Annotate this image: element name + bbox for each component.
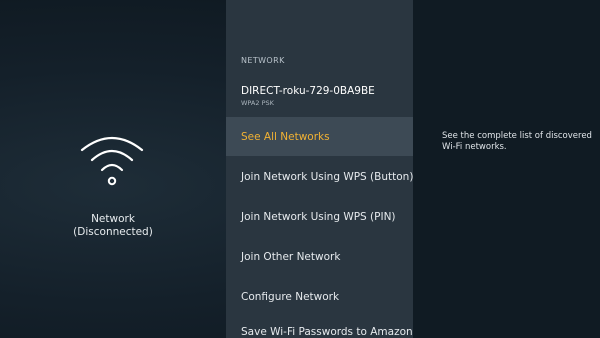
network-status-label: Network (Disconnected) xyxy=(40,213,186,239)
network-status-panel: Network (Disconnected) xyxy=(0,0,226,338)
wifi-icon xyxy=(80,137,144,186)
connected-network-security: WPA2 PSK xyxy=(241,99,274,107)
menu-item-label: Join Network Using WPS (Button) xyxy=(241,170,413,183)
menu-item-label: Save Wi-Fi Passwords to Amazon xyxy=(241,325,413,338)
section-header: NETWORK xyxy=(241,56,285,65)
network-status-detail: (Disconnected) xyxy=(73,226,153,238)
item-description: See the complete list of discovered Wi-F… xyxy=(442,131,592,152)
menu-item-label: Join Other Network xyxy=(241,250,341,263)
menu-item-label: Configure Network xyxy=(241,290,340,303)
menu-item-join-wps-pin[interactable]: Join Network Using WPS (PIN) xyxy=(226,197,413,236)
menu-item-save-wifi-passwords[interactable]: Save Wi-Fi Passwords to Amazon xyxy=(226,312,413,338)
menu-item-label: Join Network Using WPS (PIN) xyxy=(241,210,396,223)
network-status-title: Network xyxy=(91,213,135,225)
menu-item-see-all-networks[interactable]: See All Networks xyxy=(226,117,413,156)
network-settings-screen: Network (Disconnected) NETWORK DIRECT-ro… xyxy=(0,0,600,338)
menu-item-join-other-network[interactable]: Join Other Network xyxy=(226,237,413,276)
menu-item-label: See All Networks xyxy=(241,130,330,143)
connected-network-name[interactable]: DIRECT-roku-729-0BA9BE xyxy=(241,85,375,97)
network-menu: NETWORK DIRECT-roku-729-0BA9BE WPA2 PSK … xyxy=(226,0,413,338)
menu-item-configure-network[interactable]: Configure Network xyxy=(226,277,413,316)
menu-item-join-wps-button[interactable]: Join Network Using WPS (Button) xyxy=(226,157,413,196)
description-panel: See the complete list of discovered Wi-F… xyxy=(413,0,600,338)
